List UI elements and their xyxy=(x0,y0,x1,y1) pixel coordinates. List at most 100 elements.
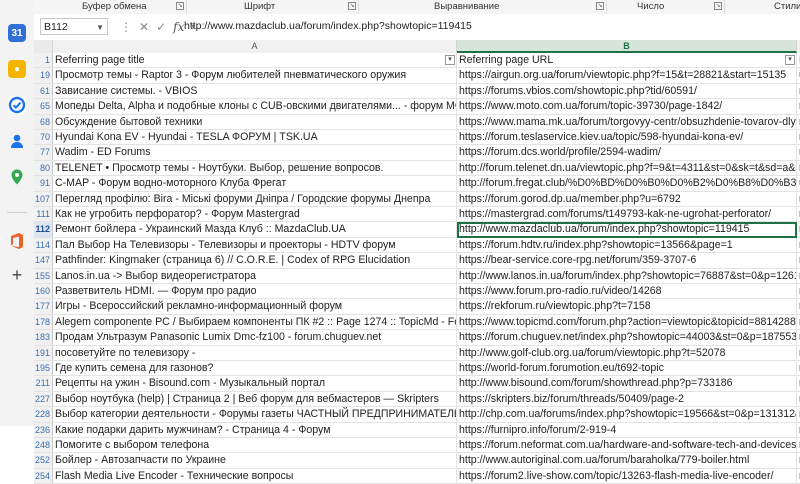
row-number[interactable]: 195 xyxy=(34,361,53,376)
cell-title[interactable]: Lanos.in.ua -> Выбор видеорегистратора xyxy=(53,268,457,283)
cell-title[interactable]: Выбор категории деятельности - Форумы га… xyxy=(53,407,457,422)
row-number[interactable]: 70 xyxy=(34,130,53,145)
cell-title[interactable]: Flash Media Live Encoder - Технические в… xyxy=(53,468,457,484)
cell-title[interactable]: C-MAP - Форум водно-моторного Клуба Фрег… xyxy=(53,176,457,191)
maps-icon[interactable] xyxy=(8,168,26,186)
cell-url[interactable]: https://furnipro.info/forum/2-919-4 xyxy=(457,422,797,437)
row-number[interactable]: 19 xyxy=(34,68,53,83)
office-icon[interactable] xyxy=(8,232,26,250)
row-number[interactable]: 65 xyxy=(34,99,53,114)
row-number[interactable]: 236 xyxy=(34,422,53,437)
column-header-a[interactable]: A xyxy=(53,40,457,53)
contacts-icon[interactable] xyxy=(8,132,26,150)
cell-title[interactable]: посоветуйте по телевизору - xyxy=(53,345,457,360)
cancel-icon[interactable]: ✕ xyxy=(139,20,149,34)
row-number[interactable]: 155 xyxy=(34,268,53,283)
row-number[interactable]: 91 xyxy=(34,176,53,191)
row-number[interactable]: 252 xyxy=(34,453,53,468)
cell-title[interactable]: Referring page title ▾ xyxy=(53,53,457,68)
cell-title[interactable]: Wadim - ED Forums xyxy=(53,145,457,160)
calendar-icon[interactable]: 31 xyxy=(8,24,26,42)
number-launcher-icon[interactable]: ↘ xyxy=(714,2,722,10)
cell-title[interactable]: Hyundai Kona EV - Hyundai - TESLA ФОРУМ … xyxy=(53,130,457,145)
row-number[interactable]: 68 xyxy=(34,114,53,129)
row-number[interactable]: 177 xyxy=(34,299,53,314)
formula-input[interactable]: http://www.mazdaclub.ua/forum/index.php?… xyxy=(184,18,794,35)
cell-url[interactable]: https://www.forum.pro-radio.ru/video/142… xyxy=(457,284,797,299)
row-number[interactable]: 178 xyxy=(34,314,53,330)
row-number[interactable]: 227 xyxy=(34,391,53,407)
font-launcher-icon[interactable]: ↘ xyxy=(348,2,356,10)
name-box[interactable]: B112 ▼ xyxy=(40,18,108,35)
select-all-corner[interactable] xyxy=(34,40,53,53)
cell-title[interactable]: Какие подарки дарить мужчинам? - Страниц… xyxy=(53,422,457,437)
cell-title[interactable]: Alegem componente PC / Выбираем компонен… xyxy=(53,314,457,330)
row-number[interactable]: 61 xyxy=(34,83,53,99)
cell-title[interactable]: Перегляд профілю: Bira - Міські форуми Д… xyxy=(53,191,457,206)
cell-title[interactable]: Пал Выбор На Телевизоры - Телевизоры и п… xyxy=(53,237,457,253)
row-number[interactable]: 107 xyxy=(34,191,53,206)
filter-icon[interactable]: ▾ xyxy=(445,55,455,65)
cell-url[interactable]: https://rekforum.ru/viewtopic.php?t=7158 xyxy=(457,299,797,314)
row-number[interactable]: 1 xyxy=(34,53,53,68)
add-icon[interactable]: + xyxy=(8,265,26,285)
row-number[interactable]: 160 xyxy=(34,284,53,299)
cell-title[interactable]: Помогите с выбором телефона xyxy=(53,438,457,453)
cell-title[interactable]: Pathfinder: Kingmaker (страница 6) // C.… xyxy=(53,253,457,268)
cell-url[interactable]: https://forum.chuguev.net/index.php?show… xyxy=(457,330,797,345)
cell-url[interactable]: https://www.topicmd.com/forum.php?action… xyxy=(457,314,797,330)
cell-url[interactable]: Referring page URL ▾ xyxy=(457,53,797,68)
row-number[interactable]: 191 xyxy=(34,345,53,360)
row-number[interactable]: 254 xyxy=(34,468,53,484)
cell-title[interactable]: Просмотр темы - Raptor 3 - Форум любител… xyxy=(53,68,457,83)
row-number[interactable]: 248 xyxy=(34,438,53,453)
cell-url[interactable]: https://forum2.live-show.com/topic/13263… xyxy=(457,468,797,484)
cell-title[interactable]: Мопеды Delta, Alpha и подобные клоны с C… xyxy=(53,99,457,114)
cell-url[interactable]: https://skripters.biz/forum/threads/5040… xyxy=(457,391,797,407)
cell-url[interactable]: http://www.lanos.in.ua/forum/index.php?s… xyxy=(457,268,797,283)
chevron-down-icon[interactable]: ▼ xyxy=(96,19,104,36)
enter-icon[interactable]: ✓ xyxy=(156,20,166,34)
cell-url[interactable]: https://forum.neformat.com.ua/hardware-a… xyxy=(457,438,797,453)
cell-url[interactable]: https://www.mama.mk.ua/forum/torgovyy-ce… xyxy=(457,114,797,129)
row-number[interactable]: 211 xyxy=(34,376,53,391)
cell-title[interactable]: Зависание системы. - VBIOS xyxy=(53,83,457,99)
row-number[interactable]: 111 xyxy=(34,207,53,222)
cell-url[interactable]: http://www.bisound.com/forum/showthread.… xyxy=(457,376,797,391)
row-number[interactable]: 77 xyxy=(34,145,53,160)
cell-url[interactable]: https://www.moto.com.ua/forum/topic-3973… xyxy=(457,99,797,114)
alignment-launcher-icon[interactable]: ↘ xyxy=(596,2,604,10)
row-number[interactable]: 147 xyxy=(34,253,53,268)
cell-url[interactable]: http://www.mazdaclub.ua/forum/index.php?… xyxy=(457,222,797,237)
cell-title[interactable]: Рецепты на ужин - Bisound.com - Музыкаль… xyxy=(53,376,457,391)
tasks-icon[interactable] xyxy=(8,96,26,114)
cell-title[interactable]: Ремонт бойлера - Украинский Мазда Клуб :… xyxy=(53,222,457,237)
cell-title[interactable]: Игры - Всероссийский рекламно-информацио… xyxy=(53,299,457,314)
cell-title[interactable]: Где купить семена для газонов? xyxy=(53,361,457,376)
insert-function-icon[interactable]: fx xyxy=(173,20,184,34)
cell-title[interactable]: Выбор ноутбука (help) | Страница 2 | Веб… xyxy=(53,391,457,407)
cell-title[interactable]: TELENET • Просмотр темы - Ноутбуки. Выбо… xyxy=(53,160,457,176)
cell-url[interactable]: https://world-forum.forumotion.eu/t692-t… xyxy=(457,361,797,376)
cell-url[interactable]: https://forum.dcs.world/profile/2594-wad… xyxy=(457,145,797,160)
cell-url[interactable]: http://www.golf-club.org.ua/forum/viewto… xyxy=(457,345,797,360)
more-options-icon[interactable]: ⋮ xyxy=(120,20,132,34)
row-number[interactable]: 114 xyxy=(34,237,53,253)
cell-url[interactable]: https://forum.hdtv.ru/index.php?showtopi… xyxy=(457,237,797,253)
clipboard-launcher-icon[interactable]: ↘ xyxy=(176,2,184,10)
column-header-b[interactable]: B xyxy=(457,40,797,53)
cell-url[interactable]: https://bear-service.core-rpg.net/forum/… xyxy=(457,253,797,268)
cell-title[interactable]: Продам Ультразум Panasonic Lumix Dmc-fz1… xyxy=(53,330,457,345)
cell-url[interactable]: https://forum.gorod.dp.ua/member.php?u=6… xyxy=(457,191,797,206)
cell-title[interactable]: Разветвитель HDMI. — Форум про радио xyxy=(53,284,457,299)
keep-icon[interactable]: ● xyxy=(8,60,26,78)
filter-icon[interactable]: ▾ xyxy=(785,55,795,65)
cell-url[interactable]: https://forums.vbios.com/showtopic.php?t… xyxy=(457,83,797,99)
cell-url[interactable]: http://www.autoriginal.com.ua/forum/bara… xyxy=(457,453,797,468)
cell-url[interactable]: https://mastergrad.com/forums/t149793-ka… xyxy=(457,207,797,222)
cell-title[interactable]: Как не угробить перфоратор? - Форум Mast… xyxy=(53,207,457,222)
row-number[interactable]: 183 xyxy=(34,330,53,345)
cell-url[interactable]: http://forum.fregat.club/%D0%BD%D0%B0%D0… xyxy=(457,176,797,191)
cell-url[interactable]: http://chp.com.ua/forums/index.php?showt… xyxy=(457,407,797,422)
row-number[interactable]: 228 xyxy=(34,407,53,422)
